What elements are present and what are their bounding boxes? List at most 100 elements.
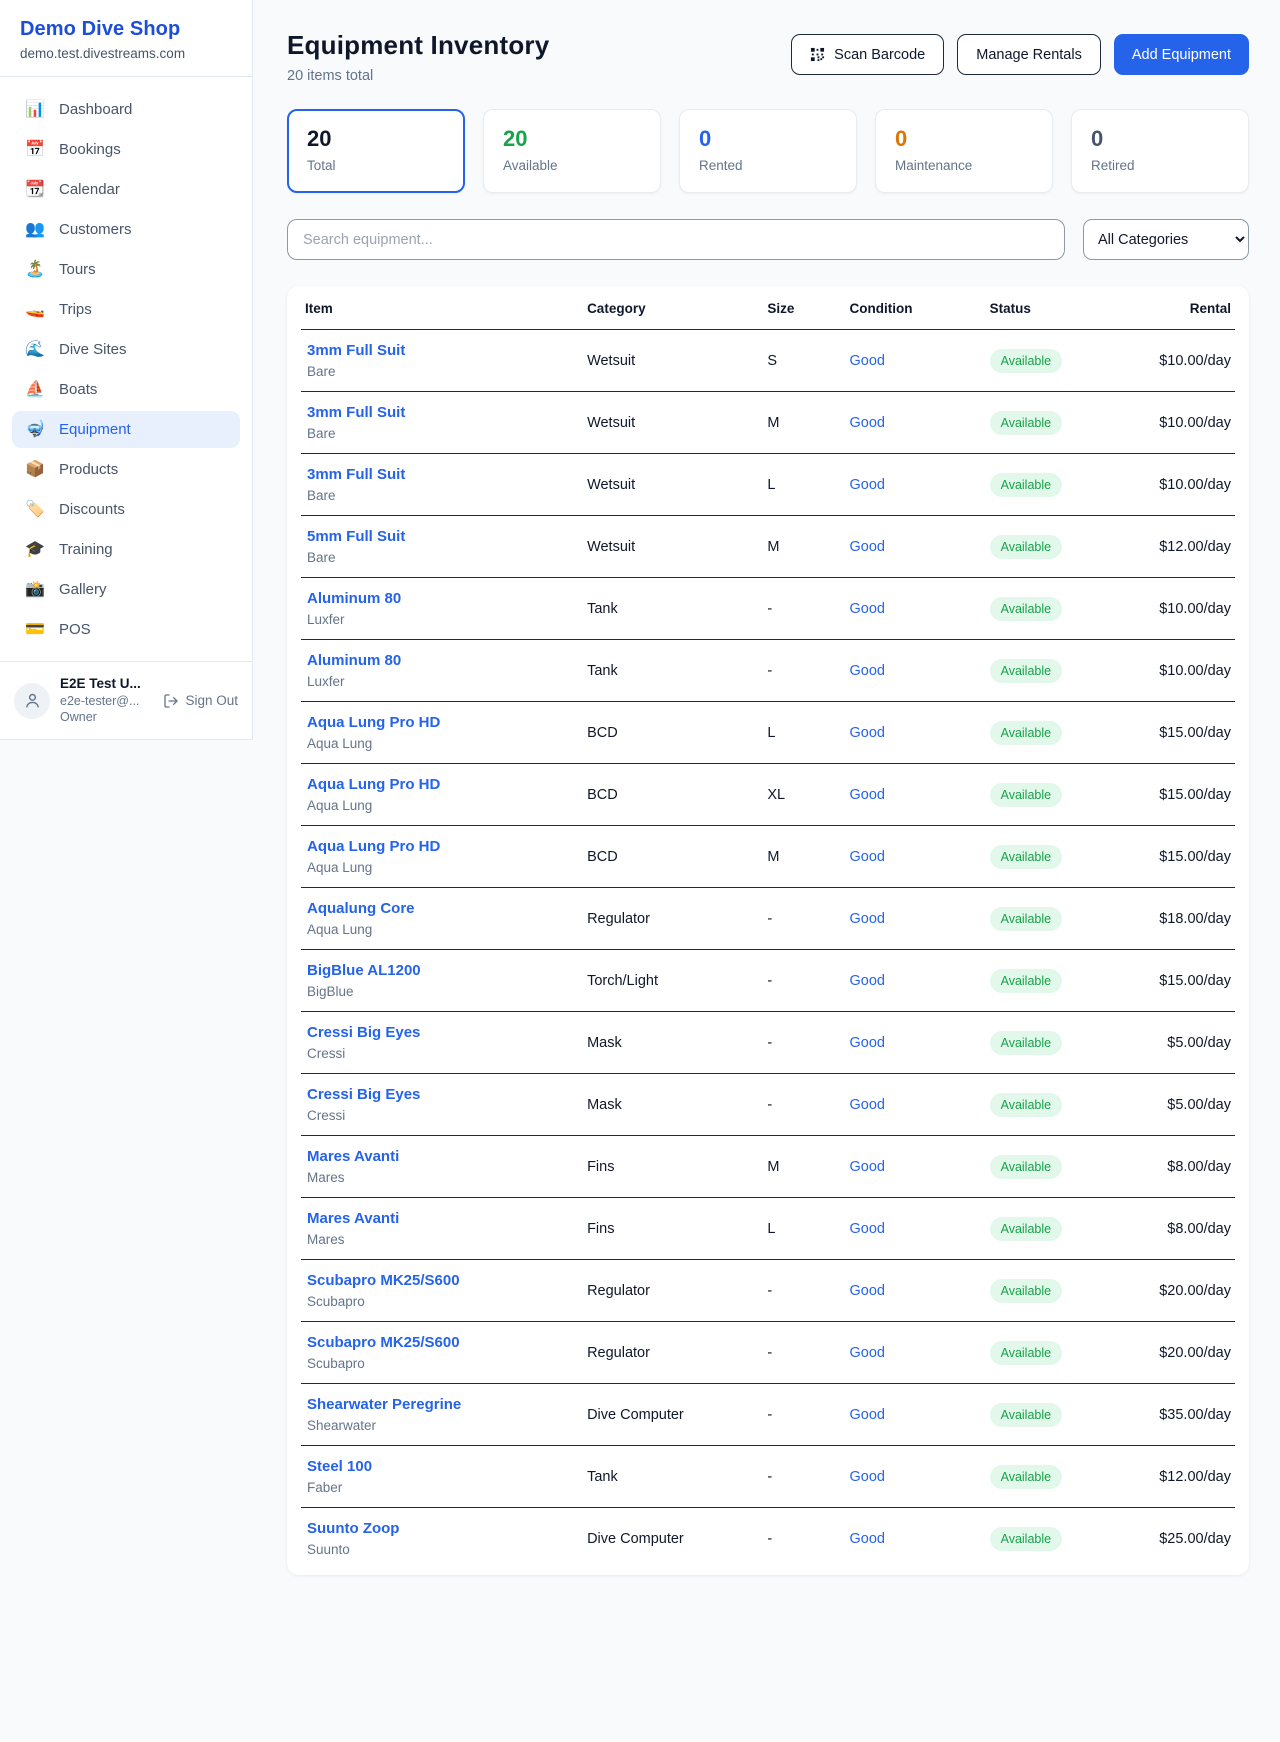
table-row: Steel 100 Faber Tank - Good Available $1… <box>301 1446 1235 1508</box>
category-cell: Tank <box>583 578 763 640</box>
condition-link[interactable]: Good <box>850 1283 885 1299</box>
condition-link[interactable]: Good <box>850 911 885 927</box>
stat-total[interactable]: 20 Total <box>287 109 465 193</box>
rental-cell: $15.00/day <box>1150 764 1235 826</box>
status-cell: Available <box>986 1074 1150 1136</box>
condition-link[interactable]: Good <box>850 1345 885 1361</box>
item-name-link[interactable]: Mares Avanti <box>307 1148 399 1165</box>
add-equipment-button[interactable]: Add Equipment <box>1114 34 1249 75</box>
people-icon: 👥 <box>25 222 45 238</box>
item-name-link[interactable]: Shearwater Peregrine <box>307 1396 461 1413</box>
item-name-link[interactable]: Scubapro MK25/S600 <box>307 1334 460 1351</box>
item-brand: Suunto <box>307 1542 579 1557</box>
column-header: Status <box>986 286 1150 330</box>
condition-link[interactable]: Good <box>850 849 885 865</box>
item-name-link[interactable]: Suunto Zoop <box>307 1520 399 1537</box>
item-name-link[interactable]: Mares Avanti <box>307 1210 399 1227</box>
item-name-link[interactable]: Aqualung Core <box>307 900 415 917</box>
sidebar-item-customers[interactable]: 👥 Customers <box>12 211 240 248</box>
item-name-link[interactable]: Aluminum 80 <box>307 590 401 607</box>
sidebar-item-dashboard[interactable]: 📊 Dashboard <box>12 91 240 128</box>
rental-cell: $18.00/day <box>1150 888 1235 950</box>
condition-link[interactable]: Good <box>850 787 885 803</box>
sidebar-item-pos[interactable]: 💳 POS <box>12 611 240 648</box>
sign-out-button[interactable]: Sign Out <box>163 693 238 709</box>
size-cell: L <box>763 702 845 764</box>
item-name-link[interactable]: BigBlue AL1200 <box>307 962 421 979</box>
sidebar-item-calendar[interactable]: 📆 Calendar <box>12 171 240 208</box>
item-name-link[interactable]: 3mm Full Suit <box>307 404 405 421</box>
manage-rentals-label: Manage Rentals <box>976 47 1082 63</box>
item-name-link[interactable]: Aqua Lung Pro HD <box>307 776 440 793</box>
sidebar-item-training[interactable]: 🎓 Training <box>12 531 240 568</box>
stat-available[interactable]: 20 Available <box>483 109 661 193</box>
condition-link[interactable]: Good <box>850 973 885 989</box>
status-cell: Available <box>986 1136 1150 1198</box>
category-filter[interactable]: All Categories <box>1083 219 1249 260</box>
condition-link[interactable]: Good <box>850 1035 885 1051</box>
status-cell: Available <box>986 764 1150 826</box>
condition-link[interactable]: Good <box>850 1531 885 1547</box>
stat-rented[interactable]: 0 Rented <box>679 109 857 193</box>
condition-link[interactable]: Good <box>850 415 885 431</box>
search-input[interactable] <box>287 219 1065 260</box>
condition-cell: Good <box>846 764 986 826</box>
sidebar-item-label: Calendar <box>59 181 120 198</box>
stat-maintenance[interactable]: 0 Maintenance <box>875 109 1053 193</box>
condition-link[interactable]: Good <box>850 1469 885 1485</box>
item-name-link[interactable]: Aqua Lung Pro HD <box>307 838 440 855</box>
scan-barcode-button[interactable]: Scan Barcode <box>791 34 944 75</box>
condition-link[interactable]: Good <box>850 725 885 741</box>
status-cell: Available <box>986 640 1150 702</box>
table-row: Suunto Zoop Suunto Dive Computer - Good … <box>301 1508 1235 1570</box>
item-name-link[interactable]: Cressi Big Eyes <box>307 1024 420 1041</box>
item-cell: 3mm Full Suit Bare <box>301 330 583 392</box>
stat-retired[interactable]: 0 Retired <box>1071 109 1249 193</box>
status-cell: Available <box>986 888 1150 950</box>
stat-value: 20 <box>307 124 445 155</box>
sidebar-item-products[interactable]: 📦 Products <box>12 451 240 488</box>
table-row: 3mm Full Suit Bare Wetsuit M Good Availa… <box>301 392 1235 454</box>
condition-link[interactable]: Good <box>850 601 885 617</box>
condition-link[interactable]: Good <box>850 1159 885 1175</box>
status-badge: Available <box>990 659 1063 683</box>
category-cell: BCD <box>583 764 763 826</box>
category-cell: BCD <box>583 702 763 764</box>
wave-icon: 🌊 <box>25 342 45 358</box>
stat-label: Retired <box>1091 158 1229 173</box>
rental-cell: $12.00/day <box>1150 516 1235 578</box>
rental-cell: $20.00/day <box>1150 1322 1235 1384</box>
condition-link[interactable]: Good <box>850 353 885 369</box>
sidebar-item-discounts[interactable]: 🏷️ Discounts <box>12 491 240 528</box>
condition-link[interactable]: Good <box>850 477 885 493</box>
item-name-link[interactable]: 3mm Full Suit <box>307 342 405 359</box>
item-name-link[interactable]: Steel 100 <box>307 1458 372 1475</box>
sidebar-item-trips[interactable]: 🚤 Trips <box>12 291 240 328</box>
condition-link[interactable]: Good <box>850 663 885 679</box>
category-cell: Fins <box>583 1198 763 1260</box>
item-cell: Aqualung Core Aqua Lung <box>301 888 583 950</box>
condition-link[interactable]: Good <box>850 539 885 555</box>
sidebar: Demo Dive Shop demo.test.divestreams.com… <box>0 0 253 740</box>
sidebar-item-bookings[interactable]: 📅 Bookings <box>12 131 240 168</box>
condition-link[interactable]: Good <box>850 1221 885 1237</box>
sidebar-item-equipment[interactable]: 🤿 Equipment <box>12 411 240 448</box>
item-name-link[interactable]: 3mm Full Suit <box>307 466 405 483</box>
sidebar-item-gallery[interactable]: 📸 Gallery <box>12 571 240 608</box>
size-cell: - <box>763 1260 845 1322</box>
sidebar-item-boats[interactable]: ⛵ Boats <box>12 371 240 408</box>
item-name-link[interactable]: Aluminum 80 <box>307 652 401 669</box>
brand-name[interactable]: Demo Dive Shop <box>20 18 232 41</box>
item-name-link[interactable]: Cressi Big Eyes <box>307 1086 420 1103</box>
item-name-link[interactable]: Aqua Lung Pro HD <box>307 714 440 731</box>
sidebar-item-dive-sites[interactable]: 🌊 Dive Sites <box>12 331 240 368</box>
category-cell: Regulator <box>583 1322 763 1384</box>
table-row: Aqua Lung Pro HD Aqua Lung BCD L Good Av… <box>301 702 1235 764</box>
item-name-link[interactable]: 5mm Full Suit <box>307 528 405 545</box>
sidebar-item-tours[interactable]: 🏝️ Tours <box>12 251 240 288</box>
manage-rentals-button[interactable]: Manage Rentals <box>957 34 1101 75</box>
item-name-link[interactable]: Scubapro MK25/S600 <box>307 1272 460 1289</box>
condition-link[interactable]: Good <box>850 1097 885 1113</box>
item-brand: Cressi <box>307 1108 579 1123</box>
condition-link[interactable]: Good <box>850 1407 885 1423</box>
